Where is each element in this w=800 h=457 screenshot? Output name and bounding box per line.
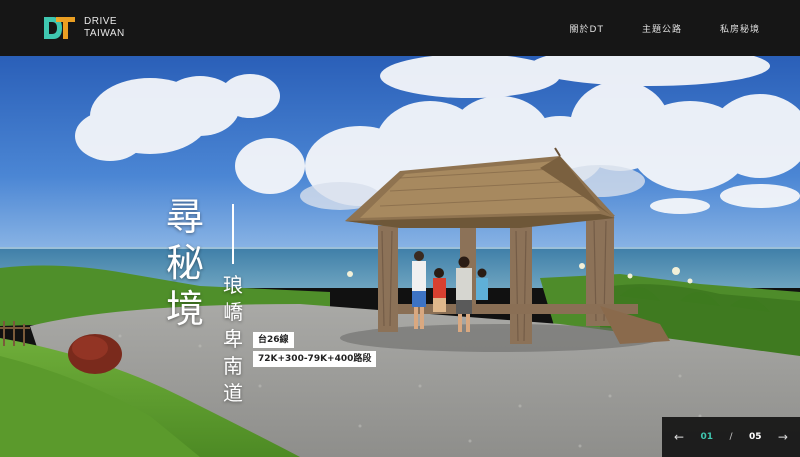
hero-subtitle-char: 卑 — [223, 327, 243, 351]
hero-title: 尋 秘 境 — [162, 194, 208, 332]
pager-current: 01 — [700, 432, 714, 442]
hero-subtitle: 琅 嶠 卑 南 道 — [218, 272, 248, 407]
logo-line-2: TAIWAN — [84, 28, 125, 39]
pager-total: 05 — [748, 432, 762, 442]
hero-subtitle-char: 道 — [223, 381, 243, 405]
hero-title-char: 尋 — [165, 195, 204, 239]
arrow-right-icon[interactable]: → — [778, 430, 788, 444]
logo-line-1: DRIVE — [84, 16, 118, 27]
hero-subtitle-char: 嶠 — [223, 300, 243, 324]
hero-image — [0, 56, 800, 457]
slide-pager: ← 01 / 05 → — [662, 417, 800, 457]
logo-mark-icon — [42, 14, 76, 42]
road-tag: 台26線 — [253, 332, 294, 348]
hero-slide[interactable]: 尋 秘 境 琅 嶠 卑 南 道 — [0, 56, 800, 457]
hero-subtitle-char: 琅 — [223, 273, 243, 297]
title-divider — [232, 204, 234, 264]
nav-item-secret-spots[interactable]: 私房秘境 — [720, 22, 760, 35]
site-header: DRIVE TAIWAN 關於DT 主題公路 私房秘境 — [0, 0, 800, 56]
nav-item-about[interactable]: 關於DT — [570, 22, 604, 35]
arrow-left-icon[interactable]: ← — [674, 430, 684, 444]
logo[interactable]: DRIVE TAIWAN — [42, 13, 125, 43]
hero-title-char: 境 — [165, 287, 204, 331]
road-section-tag: 72K+300-79K+400路段 — [253, 351, 377, 367]
hero-title-char: 秘 — [165, 241, 204, 285]
pager-separator: / — [729, 432, 733, 442]
hero-subtitle-char: 南 — [223, 354, 243, 378]
logo-text: DRIVE TAIWAN — [84, 16, 125, 40]
main-nav: 關於DT 主題公路 私房秘境 — [570, 0, 760, 56]
nav-item-theme-roads[interactable]: 主題公路 — [642, 22, 682, 35]
